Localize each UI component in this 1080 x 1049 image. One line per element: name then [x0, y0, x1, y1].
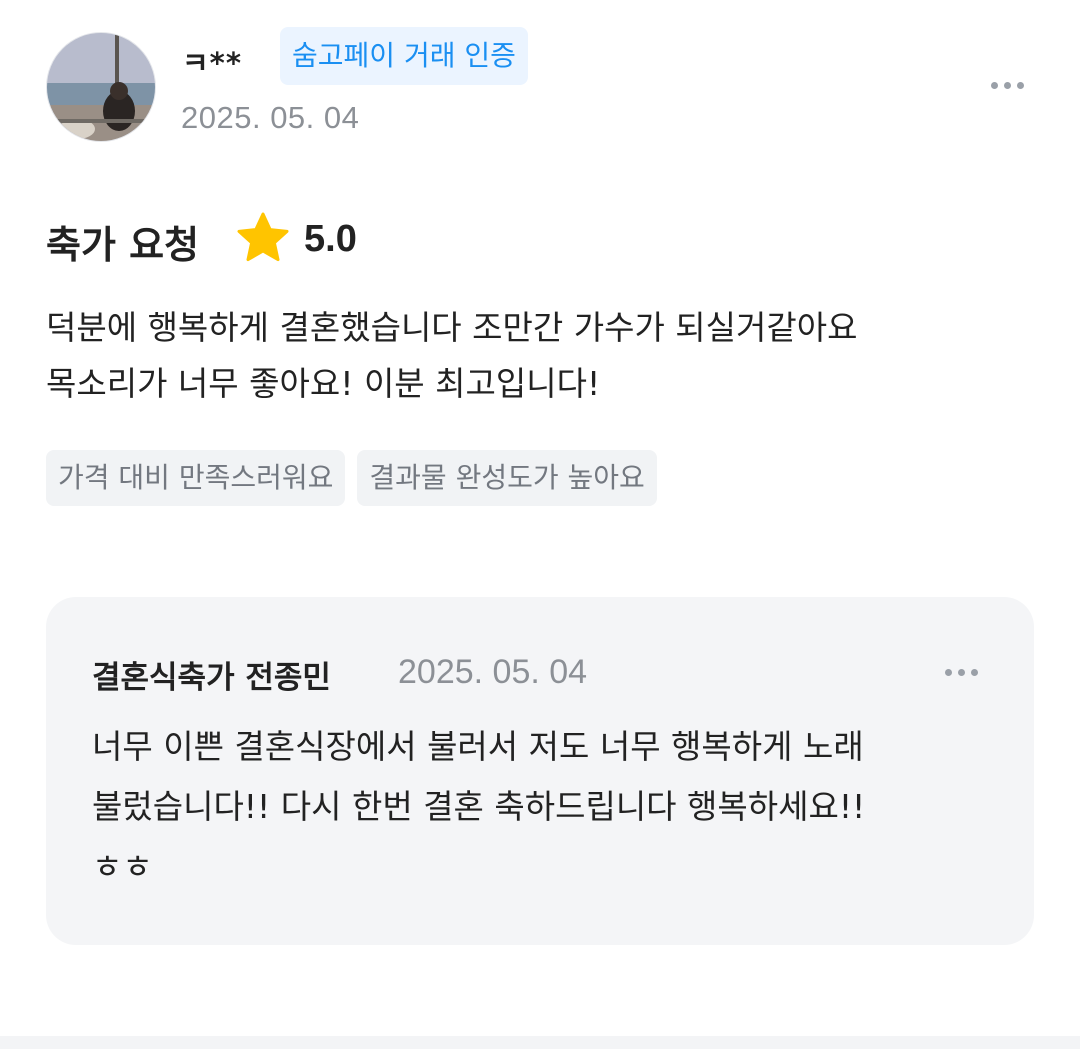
avatar[interactable]	[46, 32, 156, 142]
review-text-line: 목소리가 너무 좋아요! 이분 최고입니다!	[46, 364, 601, 403]
review-card: ㅋ** 숨고페이 거래 인증 2025. 05. 04 축가 요청 5.0 덕분…	[0, 0, 1080, 1049]
rating-value: 5.0	[304, 218, 357, 260]
more-dot	[1016, 81, 1024, 89]
reviewer-name: ㅋ**	[182, 46, 243, 80]
avatar-photo	[47, 33, 155, 141]
review-date: 2025. 05. 04	[181, 100, 360, 135]
service-title: 축가 요청	[46, 223, 200, 267]
review-text: 덕분에 행복하게 결혼했습니다 조만간 가수가 되실거같아요 목소리가 너무 좋…	[46, 300, 1036, 412]
verified-transaction-badge: 숨고페이 거래 인증	[280, 27, 528, 85]
pro-reply: 결혼식축가 전종민 2025. 05. 04 너무 이쁜 결혼식장에서 불러서 …	[46, 597, 1034, 945]
more-options-button[interactable]	[982, 68, 1032, 102]
more-horizontal-icon	[990, 81, 998, 89]
more-dot	[970, 668, 978, 676]
review-tags: 가격 대비 만족스러워요 결과물 완성도가 높아요	[46, 450, 657, 506]
reply-more-options-button[interactable]	[936, 655, 986, 689]
review-text-line: 덕분에 행복하게 결혼했습니다 조만간 가수가 되실거같아요	[46, 308, 858, 347]
reply-text-line: ㅎㅎ	[92, 847, 153, 886]
review-tag: 가격 대비 만족스러워요	[46, 450, 346, 506]
reply-text-line: 불렀습니다!! 다시 한번 결혼 축하드립니다 행복하세요!!	[92, 787, 866, 826]
section-divider	[0, 1036, 1080, 1049]
reply-text-line: 너무 이쁜 결혼식장에서 불러서 저도 너무 행복하게 노래	[92, 727, 864, 766]
reply-author-name: 결혼식축가 전종민	[92, 660, 331, 696]
more-dot	[1003, 81, 1011, 89]
more-horizontal-icon	[944, 668, 952, 676]
review-tag: 결과물 완성도가 높아요	[357, 450, 657, 506]
more-dot	[957, 668, 965, 676]
reply-text: 너무 이쁜 결혼식장에서 불러서 저도 너무 행복하게 노래 불렀습니다!! 다…	[92, 717, 992, 897]
star-icon	[237, 212, 289, 262]
reply-date: 2025. 05. 04	[398, 653, 588, 691]
